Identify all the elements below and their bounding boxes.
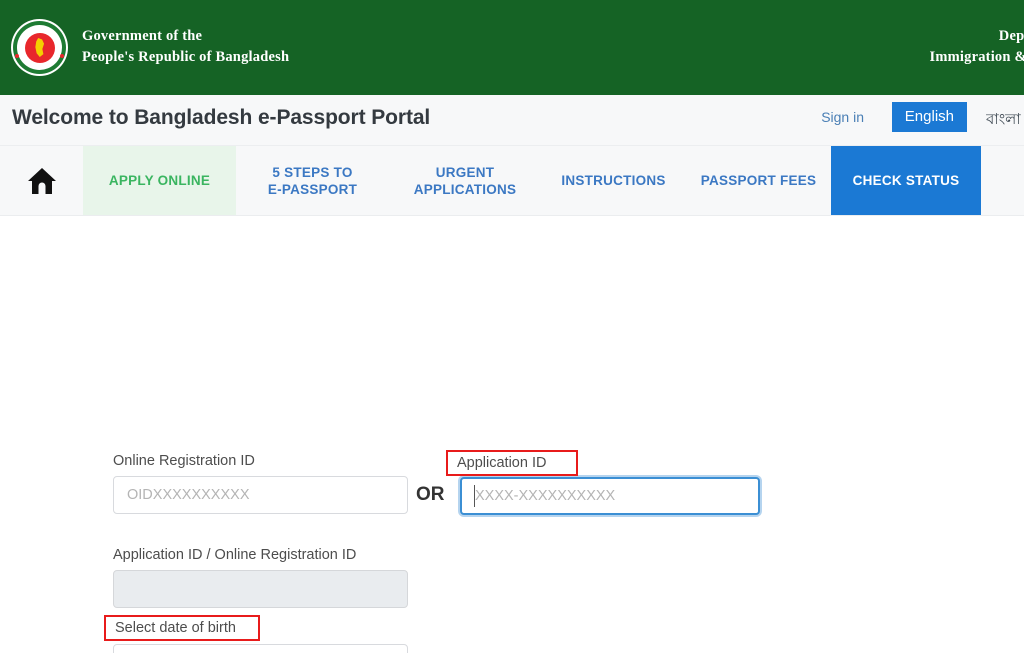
online-registration-id-label: Online Registration ID <box>113 453 255 469</box>
nav-item-passport-fees[interactable]: PASSPORT FEES <box>686 146 831 215</box>
nav-item-label: APPLY ONLINE <box>108 173 211 188</box>
application-id-input[interactable] <box>460 477 760 515</box>
text-cursor <box>474 485 475 507</box>
combined-id-input-disabled <box>113 570 408 608</box>
nav-item-label-line1: 5 STEPS TO <box>272 164 353 180</box>
nav-item-label: URGENT APPLICATIONS <box>414 164 517 198</box>
application-id-label: Application ID <box>457 455 547 471</box>
nav-item-instructions[interactable]: INSTRUCTIONS <box>541 146 686 215</box>
nav-item-label: PASSPORT FEES <box>700 173 817 188</box>
main-navigation: APPLY ONLINE 5 STEPS TO e-PASSPORT URGEN… <box>0 146 1024 216</box>
or-separator: OR <box>416 484 445 505</box>
date-of-birth-label: Select date of birth <box>115 620 236 636</box>
sign-in-link[interactable]: Sign in <box>821 109 864 125</box>
online-registration-id-input[interactable] <box>113 476 408 514</box>
date-of-birth-highlight-box: Select date of birth <box>104 615 260 641</box>
application-id-highlight-box: Application ID <box>446 450 578 476</box>
check-status-form: Online Registration ID OR Application ID… <box>0 216 1024 653</box>
nav-item-label-line1: URGENT <box>435 164 495 180</box>
nav-item-label-line2: e-PASSPORT <box>267 181 358 197</box>
page-title: Welcome to Bangladesh e-Passport Portal <box>12 106 431 129</box>
welcome-bar: Welcome to Bangladesh e-Passport Portal … <box>0 95 1024 146</box>
department-title-line1: Department of <box>998 28 1024 44</box>
nav-item-urgent-applications[interactable]: URGENT APPLICATIONS <box>389 146 541 215</box>
date-of-birth-input[interactable] <box>114 645 376 653</box>
nav-item-check-status[interactable]: CHECK STATUS <box>831 146 981 215</box>
language-bangla-button[interactable]: বাংলা <box>986 108 1024 133</box>
department-title: Department of Immigration & Passports <box>930 26 1024 68</box>
home-icon <box>27 167 57 195</box>
nav-item-label-line2: APPLICATIONS <box>413 181 517 197</box>
language-english-button[interactable]: English <box>891 102 967 132</box>
combined-id-label: Application ID / Online Registration ID <box>113 547 357 563</box>
nav-item-label: INSTRUCTIONS <box>561 173 666 188</box>
nav-item-label: CHECK STATUS <box>852 173 960 188</box>
government-title: Government of the People's Republic of B… <box>82 26 289 68</box>
government-header: Government of the People's Republic of B… <box>0 0 1024 95</box>
government-title-line1: Government of the <box>82 28 203 44</box>
date-of-birth-field[interactable] <box>113 644 408 653</box>
government-title-line2: People's Republic of Bangladesh <box>82 49 290 65</box>
nav-home-button[interactable] <box>0 146 83 215</box>
nav-item-5-steps-to-epassport[interactable]: 5 STEPS TO e-PASSPORT <box>236 146 389 215</box>
department-title-line2: Immigration & Passports <box>929 49 1024 65</box>
bangladesh-national-emblem-icon <box>11 19 68 76</box>
nav-item-label: 5 STEPS TO e-PASSPORT <box>268 164 357 198</box>
nav-item-apply-online[interactable]: APPLY ONLINE <box>83 146 236 215</box>
